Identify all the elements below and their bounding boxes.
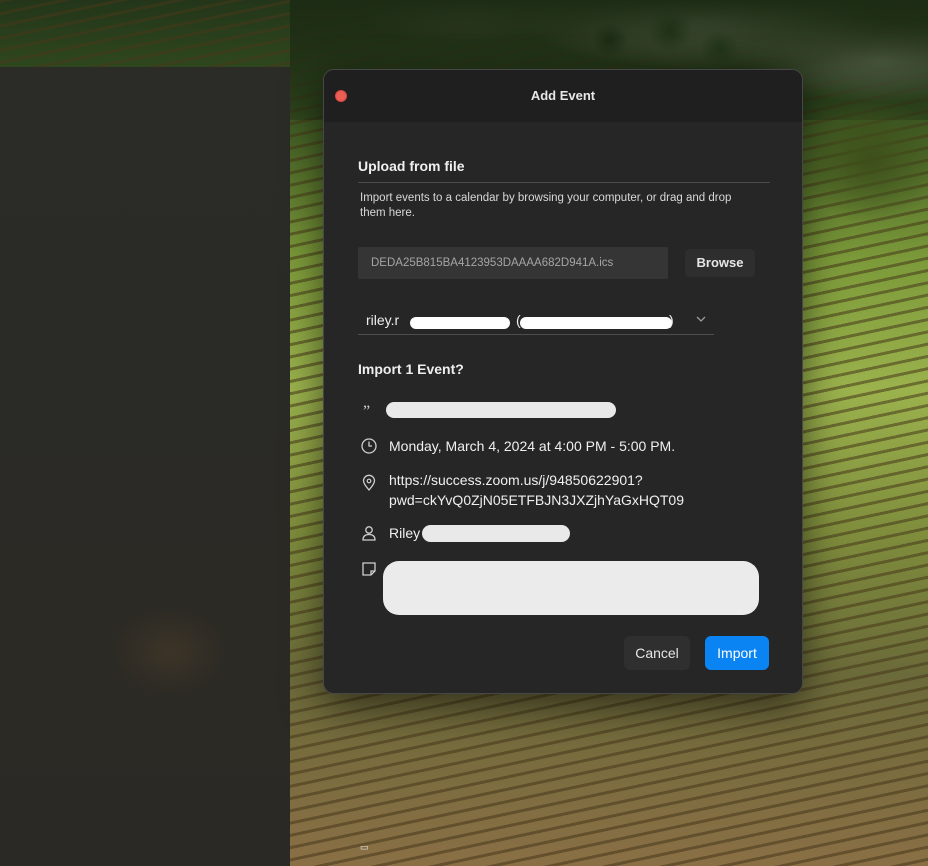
event-location-row: https://success.zoom.us/j/94850622901? p…	[360, 471, 780, 511]
event-location-line1[interactable]: https://success.zoom.us/j/94850622901?	[389, 471, 643, 489]
event-title-row: ”	[360, 401, 780, 421]
import-button[interactable]: Import	[705, 636, 769, 670]
section-divider	[358, 182, 770, 183]
note-icon	[362, 562, 376, 576]
dialog-title: Add Event	[530, 88, 596, 103]
calendar-select[interactable]: riley.r ( )	[358, 306, 714, 335]
chevron-down-icon	[696, 316, 706, 322]
location-pin-icon	[362, 474, 376, 491]
file-path-field[interactable]: DEDA25B815BA4123953DAAAA682D941A.ics	[358, 247, 668, 279]
browse-button[interactable]: Browse	[685, 249, 755, 277]
calendar-paren-close: )	[669, 312, 674, 328]
upload-heading: Upload from file	[358, 158, 465, 174]
notes-redaction	[383, 561, 759, 615]
import-question: Import 1 Event?	[358, 361, 464, 377]
dock-glyph: ▭	[360, 842, 369, 852]
upload-description: Import events to a calendar by browsing …	[360, 192, 732, 219]
event-time-row: Monday, March 4, 2024 at 4:00 PM - 5:00 …	[360, 437, 780, 457]
background-blur	[110, 607, 230, 697]
redaction	[410, 317, 510, 329]
event-organizer: Riley	[389, 525, 421, 541]
redaction	[422, 525, 570, 542]
quote-icon: ”	[363, 403, 370, 419]
clock-icon	[361, 438, 377, 454]
person-icon	[362, 526, 376, 541]
event-organizer-row: Riley	[360, 524, 780, 544]
redaction	[520, 317, 672, 329]
background-window[interactable]	[0, 67, 290, 866]
svg-text:”: ”	[363, 403, 370, 419]
event-datetime: Monday, March 4, 2024 at 4:00 PM - 5:00 …	[389, 438, 676, 454]
cancel-button[interactable]: Cancel	[624, 636, 690, 670]
add-event-dialog: Add Event Upload from file Import events…	[323, 69, 803, 694]
dialog-titlebar: Add Event	[324, 70, 802, 122]
calendar-select-value: riley.r	[366, 312, 400, 328]
event-location-line2[interactable]: pwd=ckYvQ0ZjN05ETFBJN3JXZjhYaGxHQT09	[389, 491, 684, 509]
wallpaper-trees-right	[800, 90, 928, 250]
redaction	[386, 402, 616, 418]
